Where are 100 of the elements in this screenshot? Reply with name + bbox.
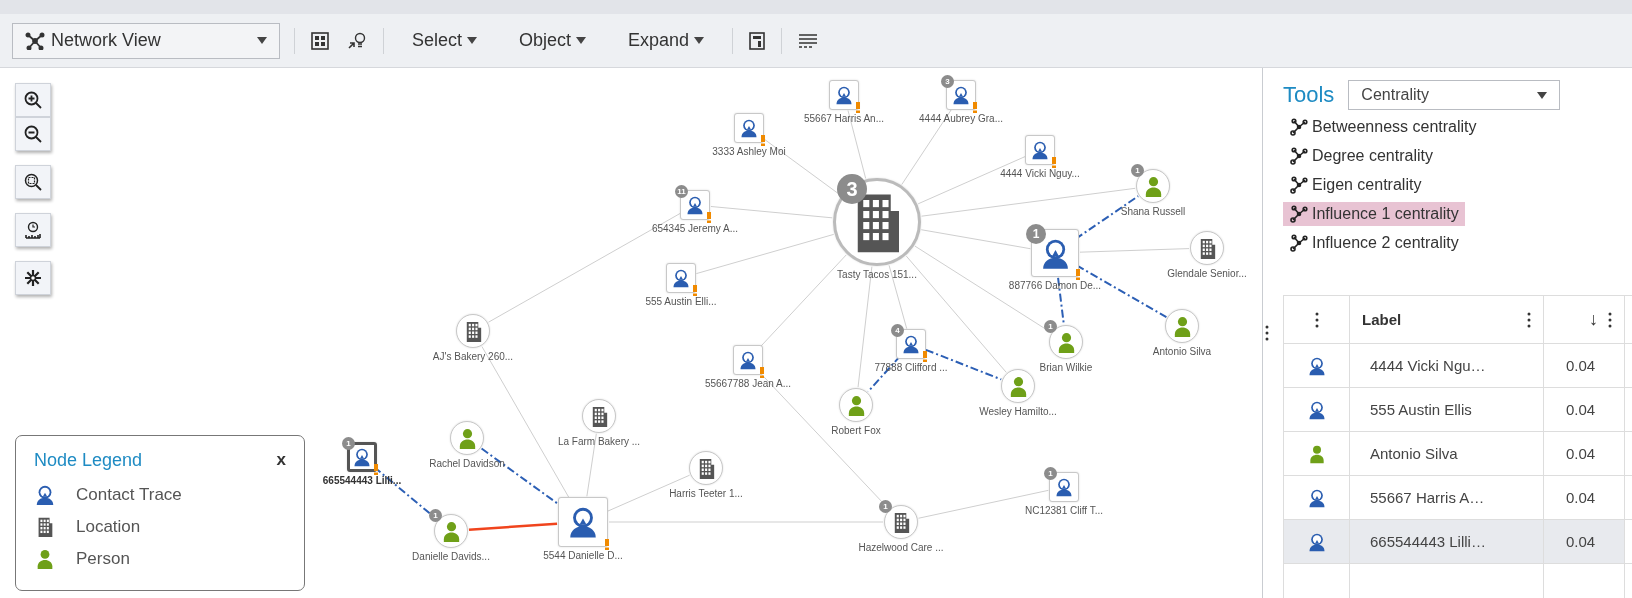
caret-icon [1537,91,1548,99]
tools-title: Tools [1283,82,1335,108]
contact-icon [834,85,854,105]
person-node[interactable] [1001,369,1035,403]
node-label: 555 Austin Elli... [645,296,717,307]
kebab-icon[interactable] [1314,311,1319,328]
node-label: 4444 Aubrey Gra... [919,113,1003,124]
sort-arrow: ↓ [1589,309,1598,330]
node-label: 5544 Danielle D... [543,550,623,561]
location-node[interactable] [884,505,918,539]
legend-label: Contact Trace [76,485,182,505]
table-cell: 665544443 Lilli… [1350,520,1544,564]
node-label: Brian Wilkie [1039,362,1093,373]
node-label: 665544443 Lilli... [322,475,402,486]
centrality-icon [1289,176,1309,194]
fit-view-button[interactable] [15,165,51,199]
tool-item[interactable]: Degree centrality [1283,144,1439,168]
location-node[interactable] [689,451,723,485]
table-cell: 555 Austin Ellis [1350,388,1544,432]
person-node[interactable] [450,421,484,455]
clock-chart-icon [24,221,42,239]
zoom-in-button[interactable] [15,83,51,117]
contact-icon [951,85,971,105]
legend-title: Node Legend [34,450,143,471]
view-select-value: Network View [51,30,161,51]
count-badge: 1 [1026,224,1046,244]
timeline-button[interactable] [15,213,51,247]
centrality-icon [1289,147,1309,165]
menu-button[interactable]: Object [505,26,601,55]
tools-select[interactable]: Centrality [1348,80,1561,110]
node-label: Robert Fox [831,425,881,436]
count-badge: 1 [1044,467,1057,480]
lines-icon [798,32,819,49]
person-node[interactable] [1165,309,1199,343]
close-button[interactable]: x [276,450,286,470]
node-label: Wesley Hamilto... [979,406,1057,417]
person-node[interactable] [434,514,468,548]
tool-item[interactable]: Influence 2 centrality [1283,231,1465,255]
table-cell: 0.04 [1544,432,1625,476]
node-label: 55667 Harris An... [804,113,884,124]
caret-icon [694,37,705,44]
count-badge: 3 [941,75,954,88]
tool-item[interactable]: Betweenness centrality [1283,115,1483,139]
column-title: Label [1362,311,1403,328]
kebab-icon[interactable] [1527,311,1531,328]
person-node[interactable] [1136,169,1170,203]
count-badge: 1 [1044,320,1057,333]
node-label: 654345 Jeremy A... [651,223,739,234]
caret-icon [467,37,478,44]
caret-icon [576,37,587,44]
centrality-icon [1289,234,1309,252]
count-badge: 1 [429,509,442,522]
legend-label: Location [76,517,141,537]
location-node[interactable] [1190,231,1224,265]
table-cell: 0.04 [1544,520,1625,564]
person-node[interactable] [1049,325,1083,359]
tool-item[interactable]: Eigen centrality [1283,173,1428,197]
node-label: 4444 Vicki Nguy... [1000,168,1080,179]
fit-view-icon [24,173,42,191]
table-cell: 0.04 [1544,476,1625,520]
centrality-icon [1289,118,1309,136]
contact-node[interactable] [347,442,377,472]
location-node[interactable] [582,399,616,433]
caret-icon [257,37,267,44]
tool-item[interactable]: Influence 1 centrality [1283,202,1465,226]
legend-label: Person [76,549,130,569]
kebab-icon[interactable] [1265,325,1269,341]
contact-icon [685,195,705,215]
calculator-icon [749,31,766,50]
contact-icon [1030,140,1050,160]
menu-button[interactable]: Select [398,26,492,55]
table-cell: 0.04 [1544,388,1625,432]
contact-icon [34,484,56,506]
kebab-icon[interactable] [1608,311,1612,328]
node-label: 77888 Clifford ... [874,362,948,373]
count-badge: 1 [342,437,355,450]
grid-view-button[interactable] [309,29,331,52]
summary-button[interactable] [747,29,768,52]
layout-button[interactable] [15,261,51,295]
count-badge: 3 [837,174,867,204]
zoom-out-icon [24,125,42,143]
node-label: 887766 Damon De... [1008,280,1102,291]
node-label: Hazelwood Care ... [858,542,944,553]
node-label: NC12381 Cliff T... [1025,505,1103,516]
node-label: Harris Teeter 1... [669,488,743,499]
view-select[interactable]: Network View [12,22,280,59]
location-node[interactable] [456,314,490,348]
count-badge: 1 [879,500,892,513]
count-badge: 11 [675,185,688,198]
zoom-out-button[interactable] [15,117,51,151]
contact-icon [901,334,921,354]
location-node[interactable] [833,178,921,266]
contact-icon [1054,477,1074,497]
menu-button[interactable]: Expand [614,26,719,55]
node-label: Tasty Tacos 151... [837,269,917,280]
network-icon [25,31,45,50]
node-label: Glendale Senior... [1167,268,1247,279]
node-label: Danielle Davids... [412,551,490,562]
count-badge: 1 [1131,164,1144,177]
person-node[interactable] [839,388,873,422]
